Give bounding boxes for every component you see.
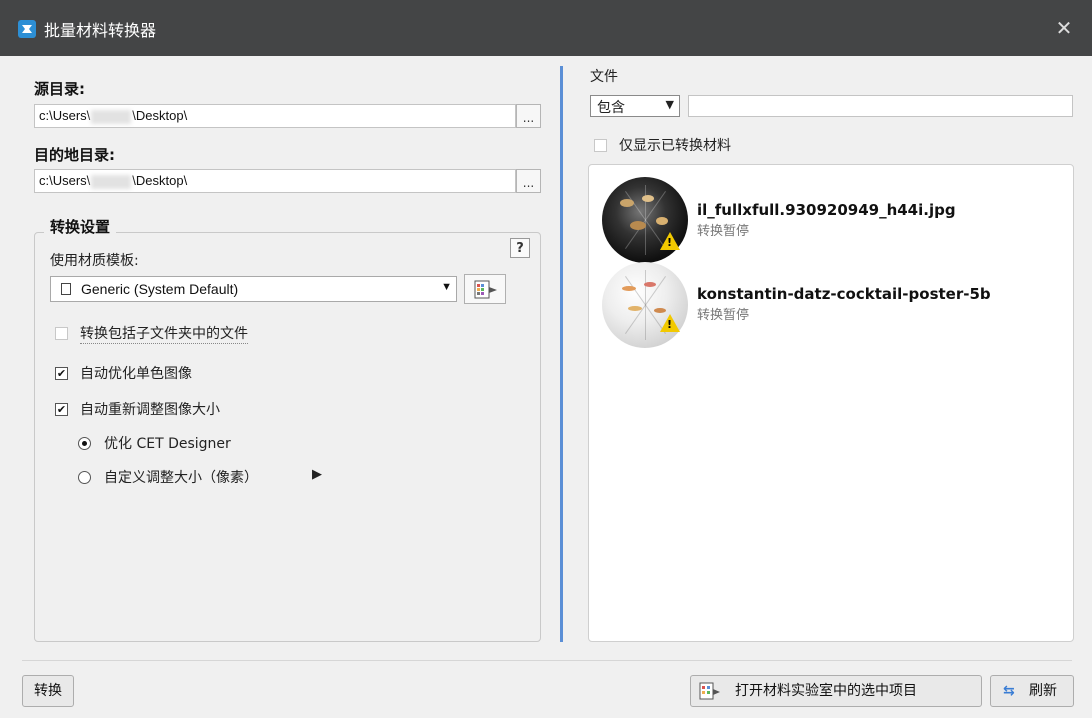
chevron-down-icon: ▼ (665, 98, 674, 111)
auto-resize-checkbox[interactable]: ✔ (55, 403, 68, 416)
material-lab-icon (474, 280, 497, 299)
refresh-label: 刷新 (1029, 683, 1057, 699)
file-item-status: 转换暂停 (697, 308, 750, 323)
template-select-value: Generic (System Default) (81, 281, 239, 297)
conversion-settings-title: 转换设置 (44, 216, 117, 237)
filter-mode-value: 包含 (597, 100, 625, 116)
optimize-cet-radio[interactable] (78, 437, 91, 450)
convert-button[interactable]: 转换 (22, 675, 74, 707)
app-logo-icon (18, 20, 36, 38)
file-filter-input[interactable] (688, 95, 1073, 117)
refresh-button[interactable]: ⇆ 刷新 (990, 675, 1074, 707)
source-path-suffix: \Desktop\ (132, 108, 188, 123)
material-lab-icon (699, 682, 720, 700)
close-button[interactable]: ✕ (1052, 16, 1076, 40)
redacted-username (91, 109, 132, 124)
document-icon (61, 283, 71, 295)
auto-optimize-mono-label[interactable]: 自动优化单色图像 (80, 363, 192, 383)
source-dir-label: 源目录: (34, 80, 85, 98)
include-subfolders-label[interactable]: 转换包括子文件夹中的文件 (80, 323, 248, 344)
warning-icon: ! (660, 314, 680, 332)
include-subfolders-checkbox[interactable] (55, 327, 68, 340)
file-item-name[interactable]: konstantin-datz-cocktail-poster-5b (697, 285, 991, 303)
title-bar: 批量材料转换器 ✕ (0, 0, 1092, 56)
chevron-down-icon: ▼ (441, 281, 452, 293)
destination-path-prefix: c:\Users\ (39, 173, 91, 188)
files-label: 文件 (590, 69, 618, 85)
source-browse-button[interactable]: ... (516, 104, 541, 128)
file-item-name[interactable]: il_fullxfull.930920949_h44i.jpg (697, 201, 956, 219)
template-editor-button[interactable] (464, 274, 506, 304)
only-converted-label[interactable]: 仅显示已转换材料 (619, 135, 731, 155)
expand-arrow-icon[interactable]: ▶ (312, 467, 322, 482)
custom-resize-label[interactable]: 自定义调整大小（像素） (104, 467, 258, 487)
template-label: 使用材质模板: (50, 253, 139, 269)
destination-path-suffix: \Desktop\ (132, 173, 188, 188)
destination-browse-button[interactable]: ... (516, 169, 541, 193)
help-button[interactable]: ? (510, 238, 530, 258)
warning-icon: ! (660, 232, 680, 250)
material-thumbnail[interactable] (602, 262, 688, 348)
refresh-icon: ⇆ (1003, 683, 1015, 699)
redacted-username (91, 174, 132, 189)
template-select[interactable]: Generic (System Default) ▼ (50, 276, 457, 302)
window-title: 批量材料转换器 (44, 21, 157, 40)
panel-splitter[interactable] (560, 66, 563, 642)
material-thumbnail[interactable] (602, 177, 688, 263)
open-in-material-lab-label: 打开材料实验室中的选中项目 (735, 683, 917, 699)
file-item-status: 转换暂停 (697, 224, 750, 239)
auto-optimize-mono-checkbox[interactable]: ✔ (55, 367, 68, 380)
auto-resize-label[interactable]: 自动重新调整图像大小 (80, 399, 220, 419)
filter-mode-select[interactable]: 包含 ▼ (590, 95, 680, 117)
open-in-material-lab-button[interactable]: 打开材料实验室中的选中项目 (690, 675, 982, 707)
destination-dir-input[interactable]: c:\Users\ \Desktop\ (34, 169, 516, 193)
custom-resize-radio[interactable] (78, 471, 91, 484)
optimize-cet-label[interactable]: 优化 CET Designer (104, 433, 231, 453)
source-path-prefix: c:\Users\ (39, 108, 91, 123)
footer-divider (22, 660, 1072, 661)
destination-dir-label: 目的地目录: (34, 146, 115, 164)
only-converted-checkbox[interactable] (594, 139, 607, 152)
source-dir-input[interactable]: c:\Users\ \Desktop\ (34, 104, 516, 128)
